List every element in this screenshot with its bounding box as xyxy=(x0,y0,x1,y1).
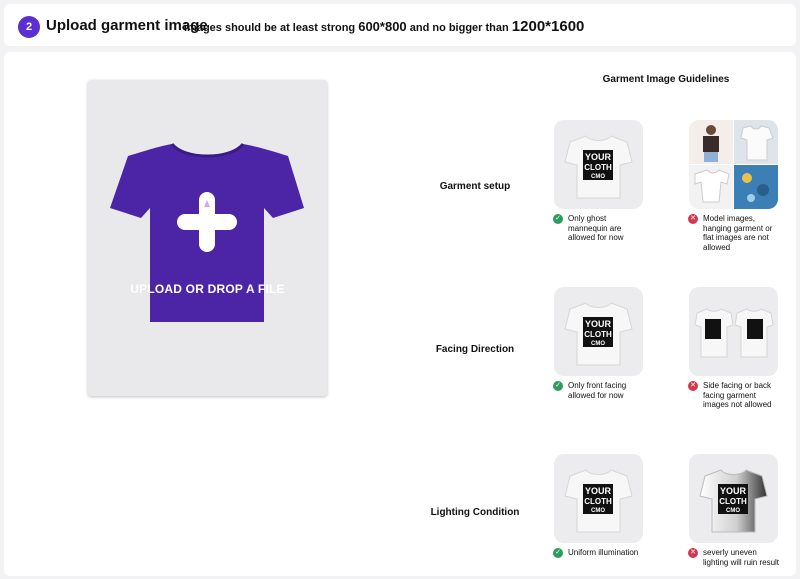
bad-example-side-facing xyxy=(689,287,778,376)
svg-text:YOUR: YOUR xyxy=(585,486,612,496)
svg-text:YOUR: YOUR xyxy=(585,319,612,329)
shirt-print-line1: YOUR xyxy=(585,152,612,162)
check-icon: ✓ xyxy=(553,548,563,558)
svg-text:CMO: CMO xyxy=(591,341,605,347)
svg-text:CLOTH: CLOTH xyxy=(584,330,612,339)
good-example-front-facing: YOUR CLOTH CMO xyxy=(554,287,643,376)
row-label-facing-direction: Facing Direction xyxy=(435,344,515,355)
upload-dropzone[interactable]: UPLOAD OR DROP A FILE xyxy=(88,80,327,396)
row-label-garment-setup: Garment setup xyxy=(439,181,511,192)
bad-example-model-collage xyxy=(689,120,778,209)
cross-icon: ✕ xyxy=(688,214,698,224)
bad-example-uneven-lighting: YOUR CLOTH CMO xyxy=(689,454,778,543)
upload-label: UPLOAD OR DROP A FILE xyxy=(130,282,285,296)
upload-header: 2 Upload garment image images should be … xyxy=(4,4,796,46)
cross-icon: ✕ xyxy=(688,381,698,391)
step-badge: 2 xyxy=(18,16,40,38)
svg-text:CMO: CMO xyxy=(591,508,605,514)
svg-text:CLOTH: CLOTH xyxy=(584,497,612,506)
hint-mid: and no bigger than xyxy=(409,22,509,34)
svg-text:YOUR: YOUR xyxy=(720,486,747,496)
max-size: 1200*1600 xyxy=(511,18,585,35)
min-size: 600*800 xyxy=(358,19,407,34)
check-icon: ✓ xyxy=(553,214,563,224)
shirt-print-line3: CMO xyxy=(591,174,605,180)
good-example-ghost-mannequin: YOUR CLOTH CMO xyxy=(554,120,643,209)
good-example-uniform-lighting: YOUR CLOTH CMO xyxy=(554,454,643,543)
row-label-lighting-condition: Lighting Condition xyxy=(430,507,520,518)
size-hint: images should be at least strong 600*800… xyxy=(184,18,584,35)
cross-icon: ✕ xyxy=(688,548,698,558)
hint-text: images should be at least strong xyxy=(184,22,356,34)
shirt-print-line2: CLOTH xyxy=(584,163,612,172)
svg-text:CLOTH: CLOTH xyxy=(719,497,747,506)
plus-icon xyxy=(177,192,237,252)
check-icon: ✓ xyxy=(553,381,563,391)
guidelines-title: Garment Image Guidelines xyxy=(602,74,730,85)
svg-text:CMO: CMO xyxy=(726,508,740,514)
